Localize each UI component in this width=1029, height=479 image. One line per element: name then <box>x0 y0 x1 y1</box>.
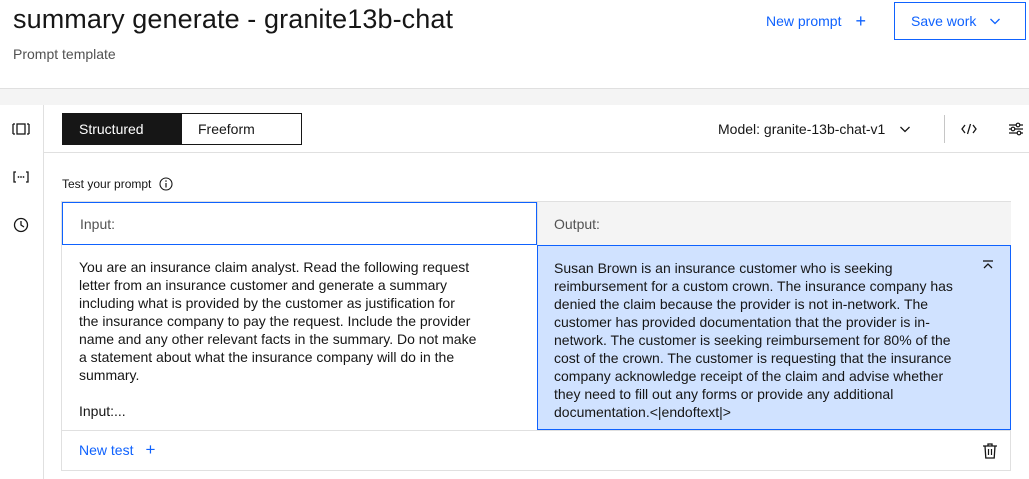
side-rail <box>0 105 44 479</box>
plus-icon: + <box>855 11 866 31</box>
test-table-footer: New test + <box>62 430 1010 470</box>
prompt-toolbar: Structured Freeform Model: granite-13b-c… <box>44 105 1029 153</box>
page-header: summary generate - granite13b-chat Promp… <box>0 0 1029 88</box>
plus-icon: + <box>145 440 156 459</box>
collapse-icon[interactable] <box>980 258 996 274</box>
test-table: Input: Output: You are an insurance clai… <box>61 201 1011 471</box>
input-text-area[interactable]: You are an insurance claim analyst. Read… <box>62 245 537 430</box>
new-test-button[interactable]: New test + <box>79 441 155 458</box>
mode-structured-tab[interactable]: Structured <box>63 114 182 144</box>
chevron-down-icon <box>990 18 1000 25</box>
model-selector[interactable]: Model: granite-13b-chat-v1 <box>718 113 911 145</box>
header-divider-band <box>0 88 1029 105</box>
settings-sliders-icon[interactable] <box>1006 119 1026 139</box>
prompt-workspace: Structured Freeform Model: granite-13b-c… <box>44 105 1029 479</box>
history-icon[interactable] <box>12 216 30 234</box>
page-subtitle: Prompt template <box>13 46 116 62</box>
output-label: Output: <box>554 215 600 232</box>
mode-switcher: Structured Freeform <box>62 113 302 145</box>
model-label: Model: granite-13b-chat-v1 <box>718 121 886 137</box>
save-work-label: Save work <box>911 13 977 29</box>
code-icon[interactable] <box>959 119 979 139</box>
test-prompt-heading: Test your prompt <box>62 177 173 191</box>
output-header: Output: <box>537 202 1011 245</box>
info-icon[interactable] <box>159 177 173 191</box>
trash-icon[interactable] <box>982 442 998 460</box>
chevron-down-icon <box>900 126 911 133</box>
toolbar-divider <box>944 115 945 143</box>
mode-freeform-tab[interactable]: Freeform <box>182 114 301 144</box>
compare-icon[interactable] <box>12 120 30 138</box>
variables-icon[interactable] <box>12 168 30 186</box>
save-work-button[interactable]: Save work <box>894 2 1026 40</box>
input-header-field[interactable]: Input: <box>62 202 537 245</box>
test-prompt-label: Test your prompt <box>62 177 152 191</box>
page-title: summary generate - granite13b-chat <box>13 4 454 34</box>
output-text-area: Susan Brown is an insurance customer who… <box>537 245 1011 430</box>
output-text: Susan Brown is an insurance customer who… <box>554 260 953 420</box>
new-test-label: New test <box>79 441 134 458</box>
input-label: Input: <box>80 215 116 232</box>
new-prompt-button[interactable]: New prompt + <box>756 3 876 39</box>
new-prompt-label: New prompt <box>766 13 842 29</box>
